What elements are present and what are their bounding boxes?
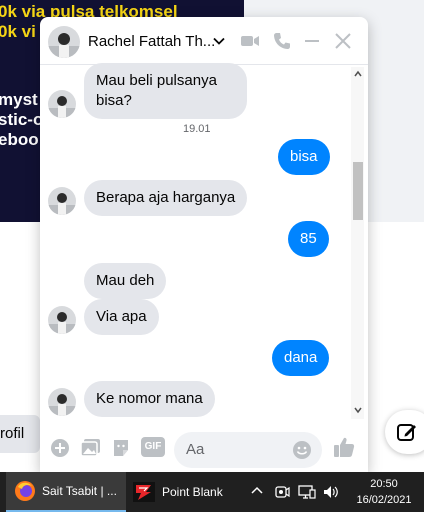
- taskbar-clock[interactable]: 20:50 16/02/2021: [346, 476, 422, 508]
- message-incoming[interactable]: Mau deh: [84, 263, 167, 299]
- chevron-down-icon[interactable]: [212, 34, 226, 48]
- point-blank-icon: [133, 482, 155, 502]
- sticker-icon[interactable]: [111, 438, 131, 458]
- message-outgoing[interactable]: bisa: [278, 139, 330, 175]
- scrollbar-thumb[interactable]: [353, 162, 363, 220]
- message-outgoing[interactable]: dana: [272, 340, 330, 376]
- contact-name[interactable]: Rachel Fattah Th...: [88, 33, 215, 50]
- message-line: Mau beli pulsanya: [96, 72, 217, 89]
- message-input[interactable]: [186, 441, 286, 458]
- chat-window: Rachel Fattah Th... Mau beli pulsanya bi…: [40, 17, 368, 472]
- taskbar-app-label: Point Blank: [162, 485, 223, 499]
- chat-header[interactable]: Rachel Fattah Th...: [40, 17, 368, 65]
- photo-icon[interactable]: [80, 438, 102, 458]
- contact-avatar-small[interactable]: [48, 388, 76, 416]
- contact-avatar[interactable]: [48, 26, 80, 58]
- video-call-icon[interactable]: [240, 31, 260, 51]
- scrollbar-track[interactable]: [351, 67, 364, 419]
- more-actions-icon[interactable]: [50, 438, 70, 458]
- clock-time: 20:50: [370, 478, 398, 490]
- message-incoming[interactable]: Via apa: [84, 299, 159, 335]
- message-incoming[interactable]: Berapa aja harganya: [84, 180, 248, 216]
- taskbar-app-firefox[interactable]: Sait Tsabit | ...: [6, 472, 126, 512]
- message-timestamp: 19.01: [183, 123, 211, 135]
- like-icon[interactable]: [332, 435, 356, 459]
- message-incoming[interactable]: Mau beli pulsanya bisa?: [84, 63, 247, 119]
- profile-button[interactable]: rofil: [0, 415, 40, 453]
- close-icon[interactable]: [333, 31, 353, 51]
- new-message-button[interactable]: [385, 410, 424, 454]
- volume-icon[interactable]: [322, 484, 340, 500]
- minimize-icon[interactable]: [302, 31, 322, 51]
- banner-text-2: stic-o: [0, 110, 44, 129]
- taskbar-app-label: Sait Tsabit | ...: [42, 484, 117, 498]
- taskbar-app-point-blank[interactable]: Point Blank: [128, 472, 232, 512]
- contact-avatar-small[interactable]: [48, 90, 76, 118]
- chevron-up-icon[interactable]: [250, 484, 264, 498]
- gif-button[interactable]: GIF: [141, 437, 165, 457]
- promo-line-2: 0k vi: [0, 22, 36, 41]
- compose-icon: [397, 424, 416, 441]
- message-line: bisa?: [96, 92, 132, 109]
- contact-avatar-small[interactable]: [48, 306, 76, 334]
- clock-date: 16/02/2021: [356, 494, 412, 506]
- contact-avatar-small[interactable]: [48, 187, 76, 215]
- profile-label: rofil: [0, 425, 25, 442]
- message-incoming[interactable]: Ke nomor mana: [84, 381, 215, 417]
- network-icon[interactable]: [298, 484, 316, 500]
- emoji-icon[interactable]: [292, 440, 312, 460]
- message-outgoing[interactable]: 85: [288, 221, 329, 257]
- phone-call-icon[interactable]: [272, 31, 292, 51]
- firefox-icon: [15, 481, 35, 501]
- scroll-up-icon[interactable]: [353, 69, 363, 79]
- banner-text-3: eboo: [0, 130, 39, 149]
- meet-now-icon[interactable]: [274, 484, 290, 500]
- message-input-wrapper: [174, 432, 322, 468]
- banner-text-1: myst: [0, 90, 38, 109]
- taskbar: Sait Tsabit | ... Point Blank 20:50 16/0…: [0, 472, 424, 512]
- scroll-down-icon[interactable]: [353, 405, 363, 415]
- message-composer: GIF: [40, 422, 368, 472]
